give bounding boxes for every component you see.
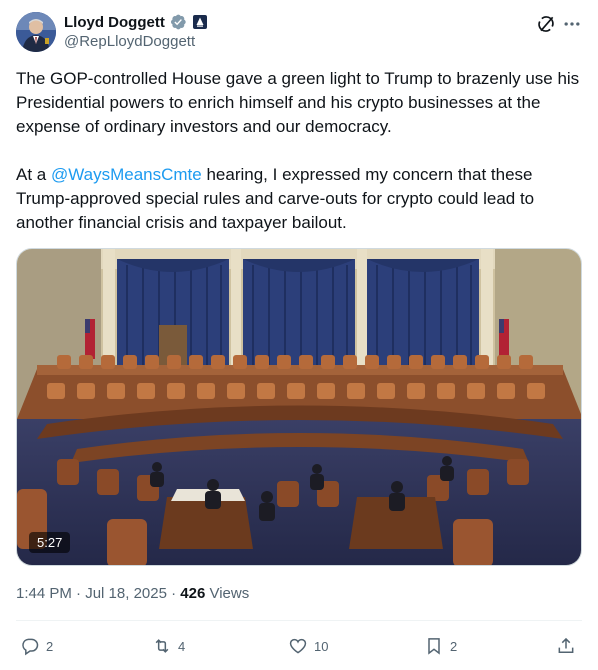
tweet-meta: 1:44 PM · Jul 18, 2025 · 426 Views xyxy=(16,584,249,604)
views-label: Views xyxy=(205,585,250,602)
reply-button[interactable]: 2 xyxy=(20,632,53,660)
tweet-text: The GOP-controlled House gave a green li… xyxy=(16,67,582,235)
verified-badge-icon[interactable] xyxy=(169,13,187,31)
video-player[interactable]: 5:27 xyxy=(16,248,582,566)
like-button[interactable]: 10 xyxy=(288,632,328,660)
repost-button[interactable]: 4 xyxy=(152,632,185,660)
reply-icon xyxy=(22,638,39,656)
tweet-paragraph-1: The GOP-controlled House gave a green li… xyxy=(16,69,584,136)
video-thumbnail xyxy=(17,249,581,565)
share-icon xyxy=(558,637,574,653)
like-count: 10 xyxy=(314,638,329,654)
avatar[interactable] xyxy=(16,12,56,52)
repost-icon xyxy=(155,639,169,653)
share-button[interactable] xyxy=(556,632,582,660)
meta-separator-2: · xyxy=(166,585,181,602)
tweet-paragraph-2-start: At a xyxy=(16,165,51,184)
views-count: 426 xyxy=(180,585,206,602)
tweet-time[interactable]: 1:44 PM xyxy=(16,585,72,602)
mention-link[interactable]: @WaysMeansCmte xyxy=(51,165,202,184)
bookmark-button[interactable]: 2 xyxy=(424,632,457,660)
tweet-date[interactable]: Jul 18, 2025 xyxy=(85,585,167,602)
handle[interactable]: @RepLloydDoggett xyxy=(64,33,208,50)
divider xyxy=(16,620,582,621)
tweet-header: Lloyd Doggett @RepLloydDoggett xyxy=(16,12,582,54)
government-badge-icon[interactable] xyxy=(192,14,208,30)
like-icon xyxy=(289,638,307,654)
reply-count: 2 xyxy=(46,638,54,654)
meta-separator: · xyxy=(71,585,86,602)
action-bar: 2 4 10 2 xyxy=(16,632,582,660)
repost-count: 4 xyxy=(178,638,186,654)
bookmark-icon xyxy=(428,638,440,655)
bookmark-count: 2 xyxy=(450,638,458,654)
grok-icon[interactable] xyxy=(536,14,556,34)
video-duration: 5:27 xyxy=(29,532,71,553)
display-name[interactable]: Lloyd Doggett xyxy=(64,14,165,31)
more-icon[interactable] xyxy=(562,14,582,34)
